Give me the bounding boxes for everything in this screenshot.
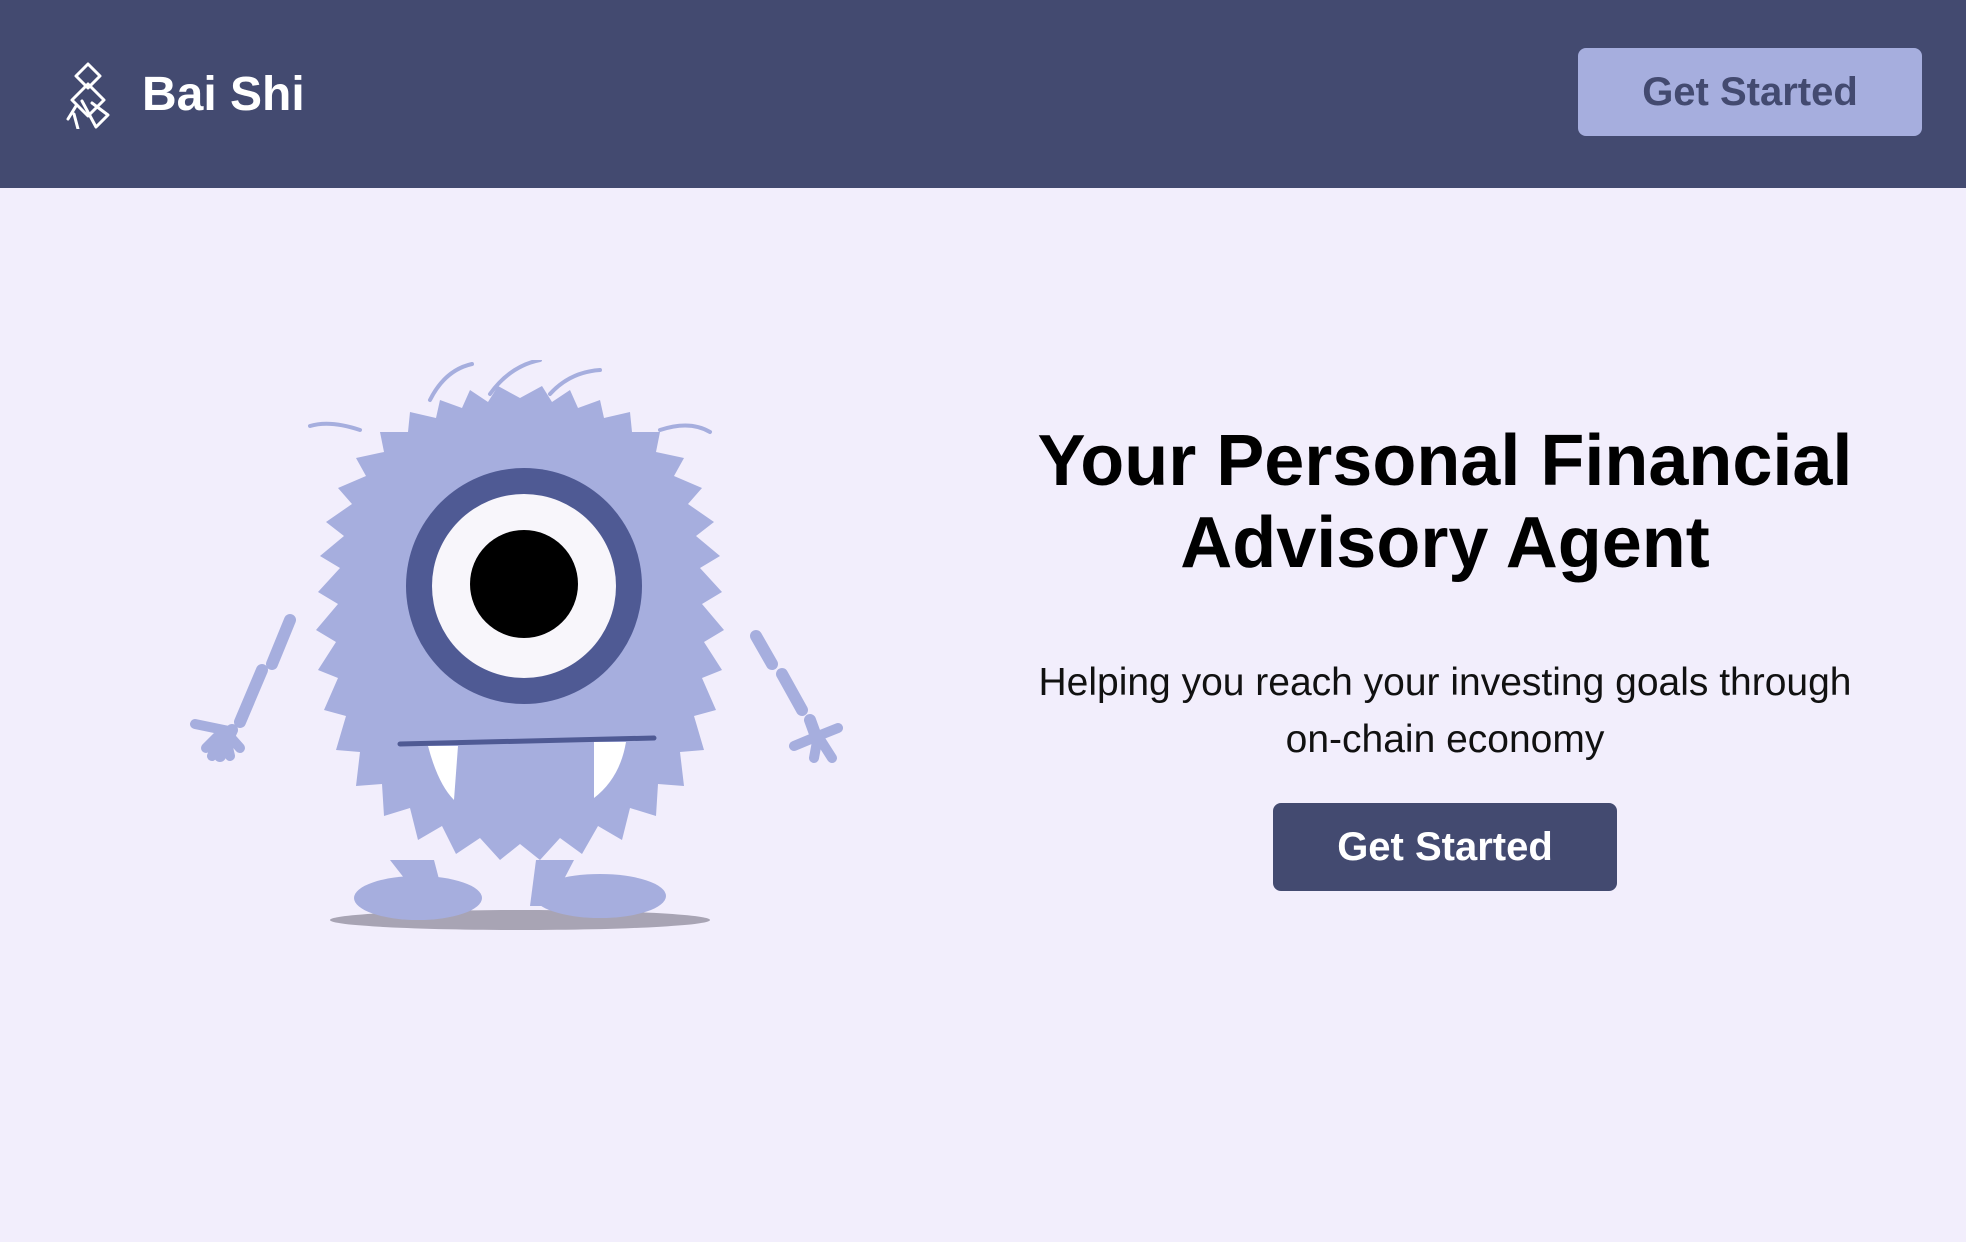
monster-right-arm	[750, 630, 824, 748]
bai-shi-logo-icon	[66, 62, 110, 129]
one-eyed-monster-illustration	[190, 360, 843, 930]
hero-get-started-button[interactable]: Get Started	[1273, 803, 1617, 891]
monster-pupil	[470, 530, 578, 638]
brand-name: Bai Shi	[142, 68, 305, 121]
header-get-started-button[interactable]: Get Started	[1578, 48, 1922, 136]
hero-copy: Your Personal Financial Advisory Agent H…	[990, 420, 1900, 891]
hero-subtitle: Helping you reach your investing goals t…	[1038, 661, 1852, 761]
hero-title: Your Personal Financial Advisory Agent	[1037, 421, 1853, 583]
brand[interactable]: Bai Shi	[60, 60, 305, 130]
top-navbar: Bai Shi Get Started	[0, 0, 1966, 188]
